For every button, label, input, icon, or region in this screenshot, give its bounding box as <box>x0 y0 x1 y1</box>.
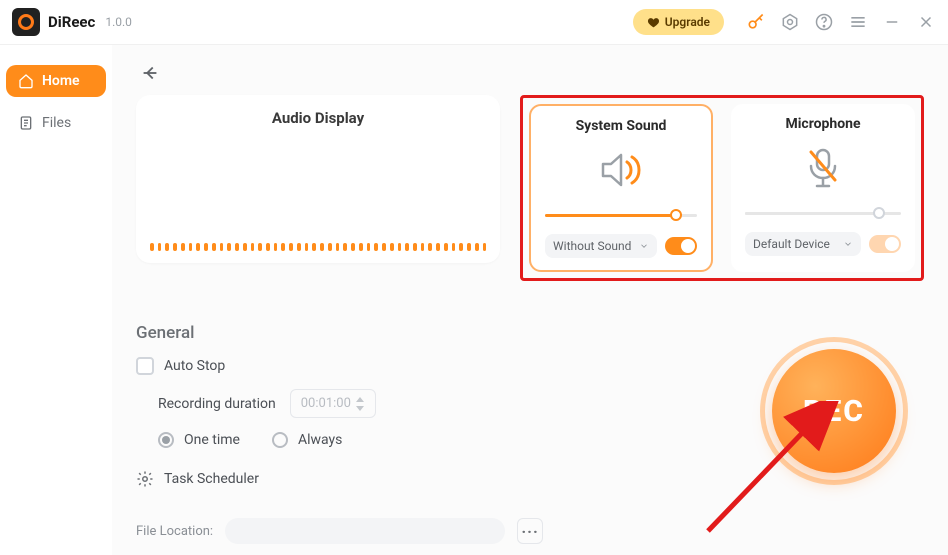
files-icon <box>18 115 34 131</box>
minimize-icon[interactable] <box>882 12 902 32</box>
one-time-label: One time <box>184 432 240 448</box>
microphone-select[interactable]: Default Device <box>745 232 861 256</box>
system-sound-title: System Sound <box>576 118 667 134</box>
microphone-card: Microphone Default Device <box>731 104 915 272</box>
heart-icon <box>647 16 660 29</box>
system-sound-select[interactable]: Without Sound <box>545 234 657 258</box>
upgrade-label: Upgrade <box>665 15 710 29</box>
auto-stop-checkbox[interactable] <box>136 357 154 375</box>
audio-sources-highlight: System Sound Without Sound <box>520 95 924 281</box>
general-heading: General <box>136 323 924 343</box>
settings-hex-icon[interactable] <box>780 12 800 32</box>
microphone-slider[interactable] <box>745 206 901 220</box>
microphone-select-value: Default Device <box>753 237 830 251</box>
app-name: DiReec <box>48 13 95 31</box>
menu-icon[interactable] <box>848 12 868 32</box>
system-sound-toggle[interactable] <box>665 237 697 255</box>
file-location-more-button[interactable]: ··· <box>517 518 543 544</box>
task-scheduler-label: Task Scheduler <box>164 471 259 487</box>
audio-display-title: Audio Display <box>272 109 364 127</box>
sidebar-item-label: Files <box>42 115 71 131</box>
app-logo <box>12 8 40 36</box>
recording-duration-label: Recording duration <box>158 396 276 412</box>
microphone-title: Microphone <box>785 116 860 132</box>
speaker-icon <box>597 148 645 192</box>
sidebar-item-files[interactable]: Files <box>6 107 106 139</box>
stepper-icon <box>355 397 365 411</box>
system-sound-select-value: Without Sound <box>553 239 631 253</box>
gear-icon <box>136 470 154 488</box>
always-label: Always <box>298 432 342 448</box>
auto-stop-label: Auto Stop <box>164 358 225 374</box>
sidebar: Home Files <box>0 45 112 555</box>
file-location-label: File Location: <box>136 524 213 539</box>
microphone-toggle[interactable] <box>869 235 901 253</box>
recording-duration-value: 00:01:00 <box>301 396 351 411</box>
titlebar: DiReec 1.0.0 Upgrade <box>0 0 948 45</box>
chevron-down-icon <box>843 239 853 249</box>
sidebar-item-label: Home <box>42 73 80 89</box>
home-icon <box>18 73 34 89</box>
always-radio[interactable]: Always <box>272 432 342 448</box>
record-button[interactable]: REC <box>760 337 908 485</box>
audio-display-card: Audio Display <box>136 95 500 263</box>
help-icon[interactable] <box>814 12 834 32</box>
close-icon[interactable] <box>916 12 936 32</box>
sidebar-item-home[interactable]: Home <box>6 65 106 97</box>
app-version: 1.0.0 <box>105 15 132 29</box>
recording-duration-input[interactable]: 00:01:00 <box>290 389 376 418</box>
system-sound-slider[interactable] <box>545 208 697 222</box>
arrow-left-icon <box>139 62 161 84</box>
file-location-field[interactable] <box>225 518 505 544</box>
chevron-down-icon <box>639 241 649 251</box>
key-icon[interactable] <box>746 12 766 32</box>
microphone-off-icon <box>803 146 843 190</box>
back-button[interactable] <box>136 59 164 87</box>
record-button-label: REC <box>803 394 865 429</box>
audio-waveform <box>150 243 486 251</box>
system-sound-card: System Sound Without Sound <box>529 104 713 272</box>
upgrade-button[interactable]: Upgrade <box>633 9 724 35</box>
main-panel: Audio Display System Sound Without Sound <box>112 45 948 555</box>
one-time-radio[interactable]: One time <box>158 432 240 448</box>
